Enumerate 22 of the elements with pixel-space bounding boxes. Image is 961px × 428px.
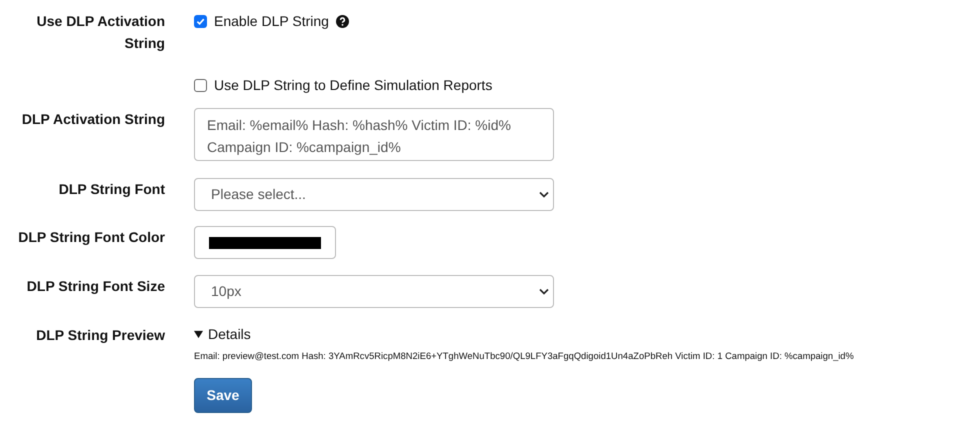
text-area-value: Email: %email% Hash: %hash% Victim ID: %id% Campaign ID: %campaign_id%: [207, 117, 511, 155]
field-label: DLP String Font: [58, 181, 165, 197]
field-label: DLP Activation String: [22, 111, 165, 127]
field-label: DLP String Preview: [36, 327, 165, 343]
select-dropdown[interactable]: 10px: [194, 275, 554, 308]
color-picker[interactable]: [194, 226, 336, 259]
field-label: DLP String Font Size: [26, 278, 165, 294]
field-label: DLP String Font Color: [18, 229, 165, 245]
help-icon[interactable]: [336, 14, 349, 28]
checkbox-label: Enable DLP String: [214, 12, 329, 31]
checkbox-label: Use DLP String to Define Simulation Reports: [214, 76, 492, 95]
save-button[interactable]: Save: [194, 378, 252, 413]
text-area[interactable]: Email: %email% Hash: %hash% Victim ID: %id% Campaign ID: %campaign_id%: [194, 108, 554, 161]
checkbox[interactable]: [194, 78, 207, 92]
preview-text: Email: preview@test.com Hash: 3YAmRcv5RicpM8N2iE6+YTghWeNuTbc90/QL9LFY3aFgqQdigoid1Un4aZoPbReh Victim ID: 1 Campaign ID: %campaign_id%: [194, 350, 854, 363]
chevron-down-icon: [539, 288, 549, 295]
checkbox[interactable]: [194, 14, 207, 28]
field-label: Use DLP Activation String: [36, 13, 165, 51]
chevron-down-icon: [539, 191, 549, 198]
checkmark-icon: [196, 16, 205, 26]
details-toggle[interactable]: Details: [194, 324, 854, 344]
select-dropdown[interactable]: Please select...: [194, 178, 554, 211]
